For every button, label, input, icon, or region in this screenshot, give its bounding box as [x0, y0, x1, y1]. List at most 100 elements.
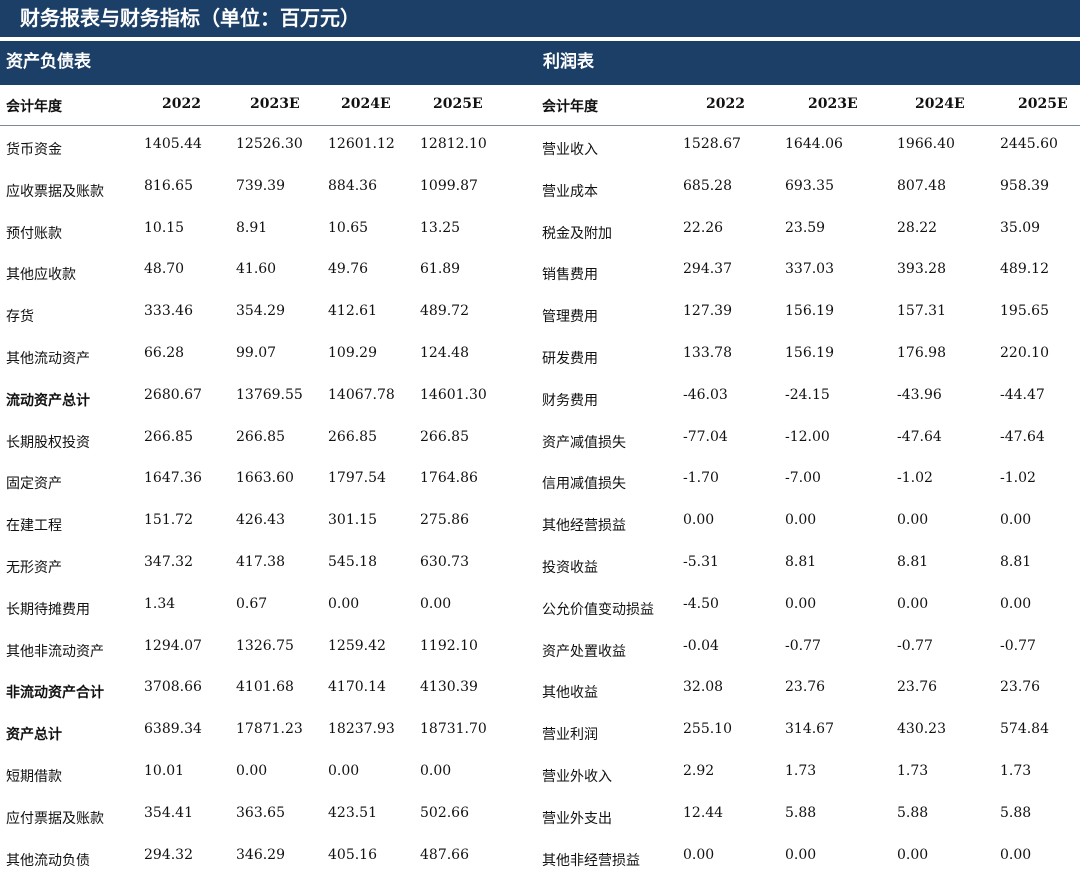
bs-row-value: 423.51 [328, 804, 377, 821]
is-row-value: 5.88 [785, 804, 817, 821]
is-row-value: -5.31 [683, 554, 719, 570]
is-row-value: -1.02 [1000, 470, 1036, 487]
bs-row-value: 109.29 [328, 345, 377, 361]
table-row: 无形资产 347.32 417.38 545.18 630.73 投资收益 -5.31 8.8… [0, 544, 1080, 586]
bs-row-value: 1294.07 [144, 637, 202, 654]
is-row-label: 管理费用 [542, 309, 598, 326]
table-row: 流动资产总计 2680.67 13769.55 14067.78 14601.30 财务费… [0, 377, 1080, 419]
bs-row-value: 124.48 [420, 345, 469, 361]
bs-row-value: 1663.60 [236, 470, 294, 487]
bs-header-col: 2022 [162, 96, 201, 112]
bs-header-col: 2023E [250, 96, 300, 112]
is-row-value: 156.19 [785, 303, 834, 320]
bs-row-value: 2680.67 [144, 386, 202, 403]
is-row-value: -77.04 [683, 428, 728, 445]
bs-header-col: 2025E [433, 96, 483, 112]
is-row-value: 0.00 [785, 512, 817, 529]
bs-row-value: 630.73 [420, 554, 469, 570]
is-row-value: 393.28 [897, 261, 946, 278]
is-row-value: 32.08 [683, 679, 724, 696]
bs-row-value: 66.28 [144, 345, 185, 361]
is-row-value: 8.81 [897, 554, 929, 570]
is-row-value: 23.76 [897, 679, 938, 696]
is-row-value: 1.73 [785, 763, 817, 779]
table-row: 其他流动资产 66.28 99.07 109.29 124.48 研发费用 133.78 15… [0, 335, 1080, 377]
bs-row-label: 在建工程 [6, 518, 62, 535]
is-row-value: 0.00 [1000, 512, 1032, 529]
bs-row-label: 预付账款 [6, 225, 62, 242]
balance-sheet-title: 资产负债表 [0, 41, 537, 83]
bs-header-year: 会计年度 [6, 99, 62, 115]
is-row-value: -24.15 [785, 386, 830, 403]
table-row: 长期股权投资 266.85 266.85 266.85 266.85 资产减值损失 -77.… [0, 419, 1080, 461]
is-row-value: -44.47 [1000, 386, 1045, 403]
is-row-value: 0.00 [897, 595, 929, 612]
is-row-value: -43.96 [897, 386, 942, 403]
table-row: 在建工程 151.72 426.43 301.15 275.86 其他经营损益 0.00 0.… [0, 502, 1080, 544]
table-row: 应收票据及账款 816.65 739.39 884.36 1099.87 营业成本 685.… [0, 168, 1080, 210]
is-row-value: -4.50 [683, 595, 719, 612]
bs-row-label: 其他非流动资产 [6, 643, 104, 660]
bs-row-value: 1647.36 [144, 470, 202, 487]
bs-row-value: 0.00 [328, 763, 360, 779]
bs-row-value: 266.85 [144, 428, 193, 445]
is-row-label: 资产减值损失 [542, 434, 626, 451]
bs-row-value: 12812.10 [420, 136, 487, 152]
bs-row-value: 99.07 [236, 345, 277, 361]
bs-row-value: 417.38 [236, 554, 285, 570]
table-row: 预付账款 10.15 8.91 10.65 13.25 税金及附加 22.26 23.59 28… [0, 210, 1080, 252]
is-row-label: 营业外支出 [542, 810, 612, 827]
bs-row-value: 347.32 [144, 554, 193, 570]
is-row-value: 22.26 [683, 219, 724, 236]
is-row-value: 255.10 [683, 721, 732, 738]
is-row-value: 958.39 [1000, 177, 1049, 194]
bs-row-value: 266.85 [420, 428, 469, 445]
bs-row-value: 12601.12 [328, 136, 395, 152]
bs-row-value: 266.85 [236, 428, 285, 445]
bs-row-label: 非流动资产合计 [6, 685, 104, 702]
is-row-value: 1528.67 [683, 136, 741, 152]
table-row: 其他非流动资产 1294.07 1326.75 1259.42 1192.10 资产处置收… [0, 628, 1080, 670]
is-header-year: 会计年度 [542, 99, 598, 115]
bs-row-value: 10.01 [144, 763, 185, 779]
bs-row-value: 294.32 [144, 846, 193, 863]
is-row-value: 337.03 [785, 261, 834, 278]
is-row-value: 0.00 [683, 512, 715, 529]
bs-row-value: 301.15 [328, 512, 377, 529]
bs-row-value: 4170.14 [328, 679, 386, 696]
is-row-value: 0.00 [1000, 595, 1032, 612]
bs-row-label: 长期股权投资 [6, 434, 90, 451]
bs-row-value: 354.29 [236, 303, 285, 320]
is-row-value: 23.76 [785, 679, 826, 696]
table-header-row: 会计年度 2022 2023E 2024E 2025E 会计年度 2022 20… [0, 85, 1080, 125]
bs-row-value: 1326.75 [236, 637, 294, 654]
table-row: 应付票据及账款 354.41 363.65 423.51 502.66 营业外支出 12.4… [0, 795, 1080, 837]
is-row-value: 1644.06 [785, 136, 843, 152]
is-row-label: 营业外收入 [542, 769, 612, 785]
is-row-value: 2445.60 [1000, 136, 1058, 152]
bs-row-value: 0.67 [236, 595, 268, 612]
is-row-label: 营业利润 [542, 727, 598, 744]
is-row-value: -7.00 [785, 470, 821, 487]
is-row-value: -0.77 [785, 637, 821, 654]
bs-row-value: 1.34 [144, 595, 176, 612]
is-row-value: 157.31 [897, 303, 946, 320]
is-row-label: 其他收益 [542, 685, 598, 702]
bs-row-value: 4101.68 [236, 679, 294, 696]
bs-row-value: 884.36 [328, 177, 377, 194]
bs-row-value: 49.76 [328, 261, 369, 278]
is-row-label: 信用减值损失 [542, 476, 626, 493]
is-row-value: 12.44 [683, 804, 724, 821]
is-row-value: 156.19 [785, 345, 834, 361]
is-row-value: 574.84 [1000, 721, 1049, 738]
table-row: 非流动资产合计 3708.66 4101.68 4170.14 4130.39 其他收益 3… [0, 669, 1080, 711]
is-row-value: 5.88 [1000, 804, 1032, 821]
is-row-value: 176.98 [897, 345, 946, 361]
bs-row-value: 0.00 [236, 763, 268, 779]
is-row-label: 投资收益 [542, 560, 598, 576]
is-row-label: 财务费用 [542, 392, 598, 409]
bs-row-value: 545.18 [328, 554, 377, 570]
bs-row-value: 412.61 [328, 303, 377, 320]
bs-row-value: 151.72 [144, 512, 193, 529]
bs-row-value: 1259.42 [328, 637, 386, 654]
